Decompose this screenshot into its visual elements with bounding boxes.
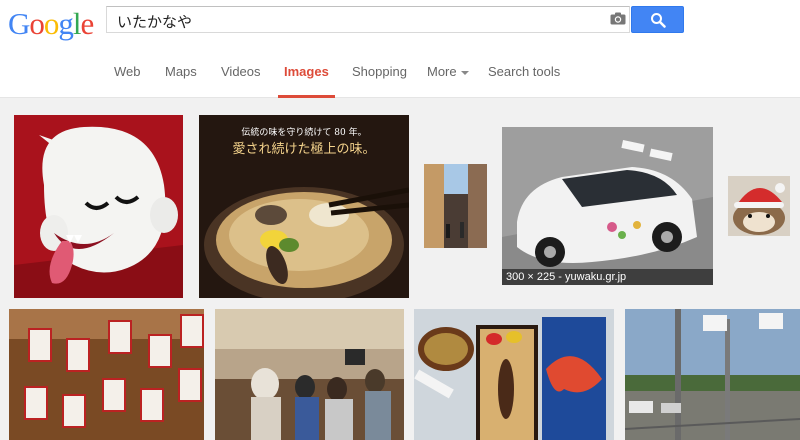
station-image	[625, 309, 800, 440]
search-icon	[651, 13, 666, 28]
hamster-santa-image	[728, 176, 790, 236]
camera-icon[interactable]	[610, 12, 626, 25]
image-result[interactable]	[728, 176, 790, 236]
logo-letter: l	[72, 6, 82, 41]
image-overlay-text: 伝統の味を守り続けて 80 年。	[241, 128, 367, 138]
logo-letter: o	[43, 6, 59, 41]
street-image	[424, 164, 487, 248]
image-result[interactable]	[625, 309, 800, 440]
search-button[interactable]	[631, 6, 684, 33]
image-overlay-text: 愛され続けた極上の味。	[232, 142, 376, 157]
google-logo[interactable]: Google	[8, 6, 95, 42]
shop-interior-image	[215, 309, 404, 440]
tab-more[interactable]: More	[427, 64, 469, 98]
tab-maps[interactable]: Maps	[165, 64, 197, 98]
tab-web[interactable]: Web	[114, 64, 141, 98]
ekiben-image	[414, 309, 614, 440]
search-input[interactable]: いたかなや	[106, 6, 630, 33]
chevron-down-icon	[460, 70, 469, 75]
image-result[interactable]	[9, 309, 204, 440]
logo-letter: e	[80, 6, 95, 41]
image-caption: 300 × 225 - yuwaku.gr.jp	[502, 269, 713, 285]
search-tabs: Web Maps Videos Images Shopping More Sea…	[0, 58, 800, 98]
lanterns-image	[9, 309, 204, 440]
car-image	[502, 127, 713, 285]
search-query: いたかなや	[117, 14, 193, 31]
logo-letter: o	[29, 6, 44, 41]
image-result[interactable]	[414, 309, 614, 440]
image-result[interactable]: 伝統の味を守り続けて 80 年。 愛され続けた極上の味。	[199, 115, 409, 298]
tab-search-tools[interactable]: Search tools	[488, 64, 560, 98]
image-result[interactable]	[424, 164, 487, 248]
logo-letter: g	[58, 6, 73, 41]
image-result[interactable]	[14, 115, 183, 298]
image-result[interactable]: 300 × 225 - yuwaku.gr.jp	[502, 127, 713, 285]
header: Google いたかなや Web Maps Videos Images Shop…	[0, 0, 800, 98]
tab-videos[interactable]: Videos	[221, 64, 261, 98]
image-result[interactable]	[215, 309, 404, 440]
tab-more-label: More	[427, 64, 457, 79]
logo-letter: G	[8, 6, 30, 41]
tab-shopping[interactable]: Shopping	[352, 64, 407, 98]
tab-images[interactable]: Images	[278, 64, 335, 98]
boo-plush-image	[14, 115, 183, 298]
